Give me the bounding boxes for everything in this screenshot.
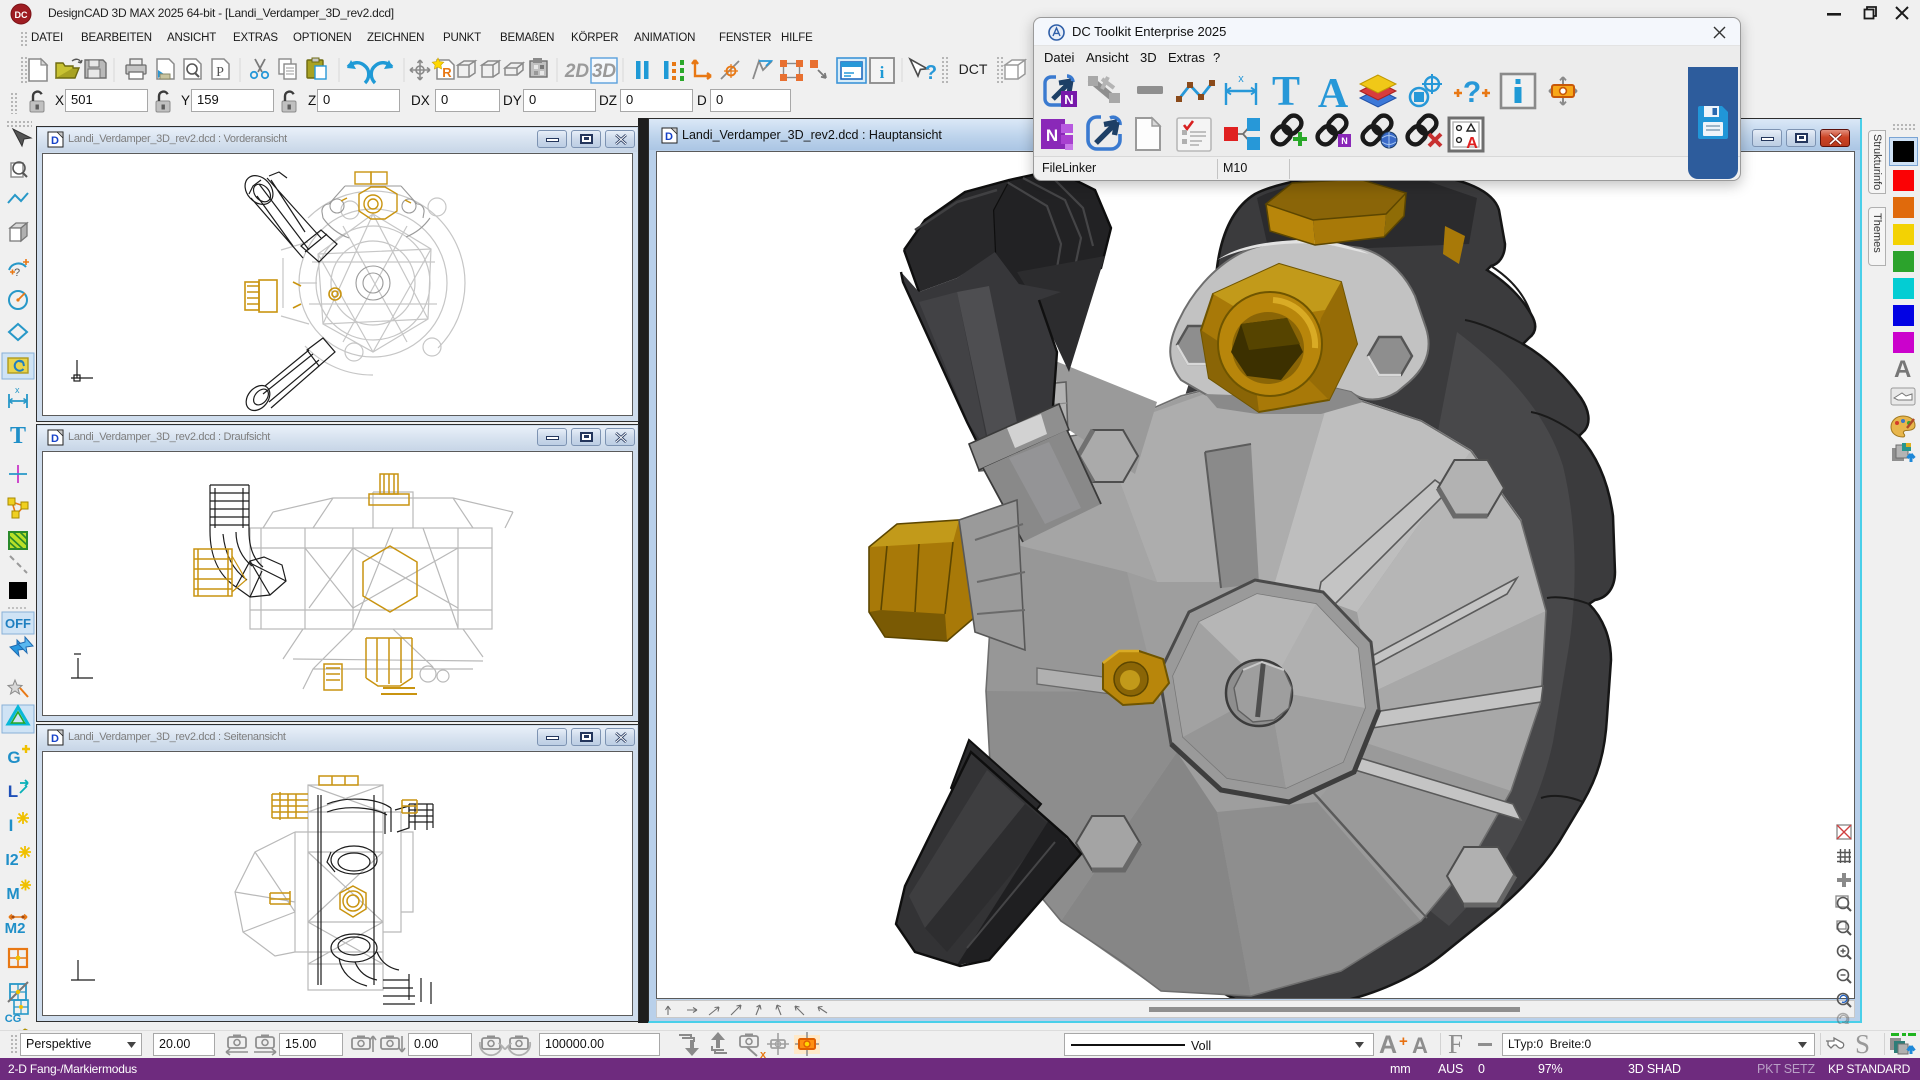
svg-text:P: P <box>216 65 224 80</box>
svg-text:T: T <box>10 423 26 449</box>
svg-text:?: ? <box>925 62 937 84</box>
svg-text:DC: DC <box>15 10 28 20</box>
svg-text:I2: I2 <box>5 852 18 869</box>
svg-text:T: T <box>1272 69 1300 115</box>
svg-text:x: x <box>1238 73 1244 85</box>
svg-text:?: ? <box>14 267 20 279</box>
svg-text:D: D <box>51 433 59 445</box>
svg-text:2D: 2D <box>564 61 590 82</box>
svg-text:DCT: DCT <box>959 61 988 77</box>
svg-text:i: i <box>880 63 885 82</box>
svg-text:I: I <box>9 816 14 835</box>
svg-text:D: D <box>51 135 59 147</box>
svg-text:3D: 3D <box>592 61 617 82</box>
svg-text:x: x <box>760 1049 767 1058</box>
svg-text:D: D <box>665 131 673 143</box>
svg-text:OFF: OFF <box>5 616 31 631</box>
svg-text:L: L <box>8 782 18 801</box>
svg-text:x: x <box>15 385 20 395</box>
svg-text:R: R <box>442 65 452 80</box>
svg-text:G: G <box>7 748 20 767</box>
svg-text:A: A <box>1318 71 1349 117</box>
svg-text:N: N <box>1341 136 1348 146</box>
svg-text:D: D <box>51 733 59 745</box>
svg-text:A: A <box>1466 135 1478 152</box>
svg-text:CG: CG <box>5 1013 22 1025</box>
svg-text:?: ? <box>1463 76 1481 109</box>
svg-text:M2: M2 <box>5 920 26 937</box>
svg-text:N: N <box>1064 92 1073 107</box>
svg-text:N: N <box>1046 126 1058 145</box>
svg-text:M: M <box>6 886 19 903</box>
